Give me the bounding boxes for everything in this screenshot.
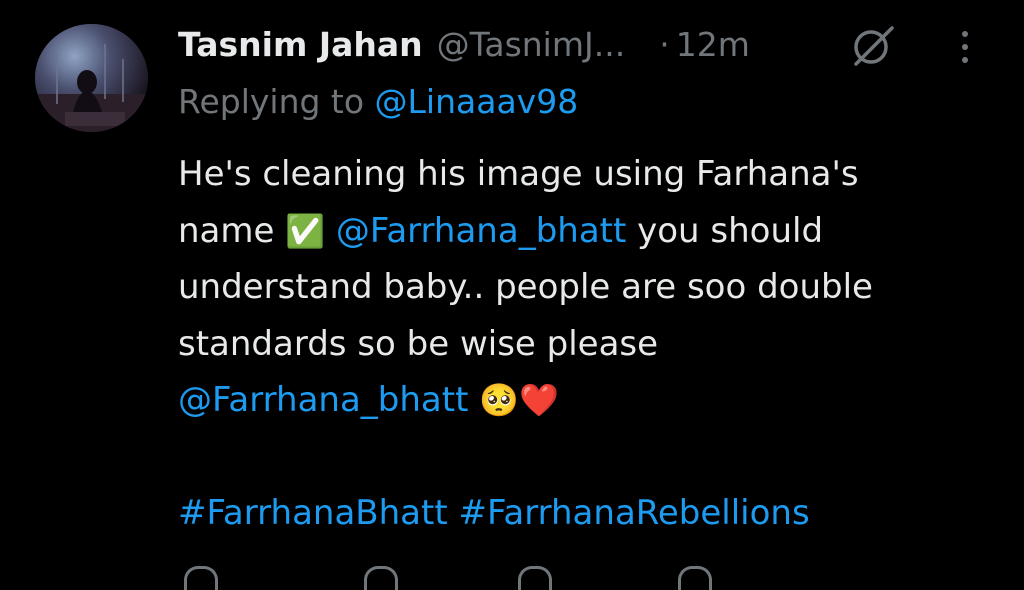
avatar-image	[35, 24, 148, 132]
tweet-line-2: name ✅ @Farrhana_bhatt you should	[178, 203, 998, 260]
author-display-name[interactable]: Tasnim Jahan	[178, 25, 423, 64]
author-handle[interactable]: @TasnimJ...	[437, 25, 626, 64]
reply-icon[interactable]	[184, 566, 218, 590]
mention-link[interactable]: @Farrhana_bhatt	[336, 211, 626, 251]
check-mark-emoji: ✅	[285, 211, 326, 250]
mention-link[interactable]: @Farrhana_bhatt	[178, 380, 468, 420]
tweet-timestamp[interactable]: 12m	[676, 25, 750, 64]
replying-to-label: Replying to	[178, 82, 375, 121]
tweet-line-5: @Farrhana_bhatt 🥺❤️	[178, 372, 998, 429]
more-options-icon[interactable]	[953, 26, 977, 70]
views-icon[interactable]	[678, 566, 712, 590]
tweet-line-2-end: you should	[626, 210, 824, 251]
grok-icon[interactable]	[850, 24, 896, 68]
retweet-icon[interactable]	[364, 566, 398, 590]
tweet-hashtags: #FarrhanaBhatt #FarrhanaRebellions	[178, 485, 998, 542]
tweet-line-2-start: name	[178, 210, 286, 251]
pleading-heart-emoji: 🥺❤️	[479, 381, 559, 419]
avatar[interactable]	[35, 24, 148, 132]
like-icon[interactable]	[518, 566, 552, 590]
tweet-text: He's cleaning his image using Farhana's …	[178, 146, 998, 542]
hashtag-link[interactable]: #FarrhanaRebellions	[458, 493, 809, 533]
tweet-line-4: standards so be wise please	[178, 323, 659, 364]
hashtag-link[interactable]: #FarrhanaBhatt	[178, 493, 448, 533]
replying-to-handle[interactable]: @Linaaav98	[375, 82, 579, 121]
tweet-line-1: He's cleaning his image using Farhana's	[178, 154, 859, 194]
replying-to: Replying to @Linaaav98	[178, 82, 578, 121]
tweet-actions	[178, 556, 998, 590]
separator-dot: ·	[659, 24, 670, 64]
tweet-header: Tasnim Jahan @TasnimJ... · 12m	[178, 22, 750, 66]
tweet-line-3: understand baby.. people are soo double	[178, 267, 873, 307]
